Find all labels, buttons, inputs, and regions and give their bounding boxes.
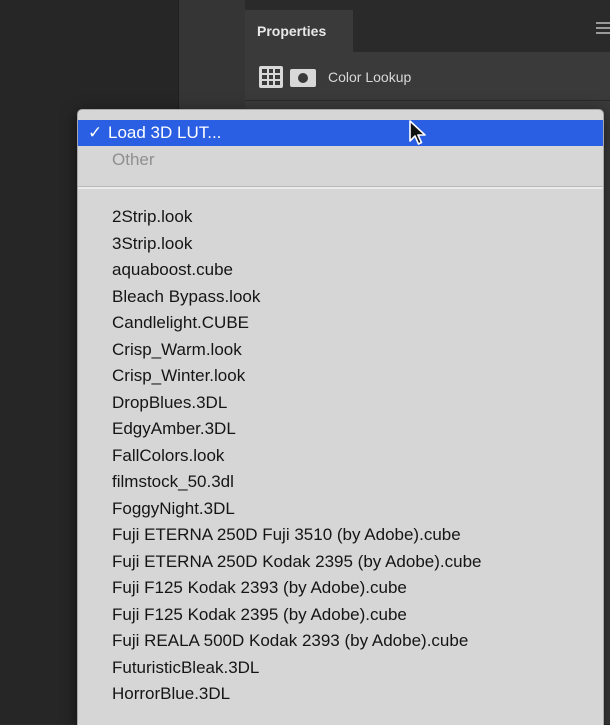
panel-divider bbox=[245, 100, 610, 101]
menu-item-lut-file[interactable]: Bleach Bypass.look bbox=[78, 284, 603, 310]
panel-header: Color Lookup bbox=[245, 52, 610, 100]
menu-item-lut-file[interactable]: Fuji ETERNA 250D Kodak 2395 (by Adobe).c… bbox=[78, 549, 603, 575]
menu-item-lut-file[interactable]: DropBlues.3DL bbox=[78, 390, 603, 416]
mask-icon[interactable] bbox=[290, 69, 316, 87]
menu-item-lut-file[interactable]: Fuji REALA 500D Kodak 2393 (by Adobe).cu… bbox=[78, 628, 603, 654]
tab-properties[interactable]: Properties bbox=[245, 10, 353, 52]
menu-item-other: Other bbox=[112, 150, 155, 169]
menu-item-lut-file[interactable]: Fuji F125 Kodak 2393 (by Adobe).cube bbox=[78, 575, 603, 601]
menu-item-lut-file[interactable]: Candlelight.CUBE bbox=[78, 310, 603, 336]
menu-item-lut-file[interactable]: EdgyAmber.3DL bbox=[78, 416, 603, 442]
menu-item-lut-file[interactable]: filmstock_50.3dl bbox=[78, 469, 603, 495]
menu-item-lut-file[interactable]: FuturisticBleak.3DL bbox=[78, 655, 603, 681]
panel-menu-icon[interactable] bbox=[596, 22, 610, 34]
menu-item-lut-file[interactable]: FallColors.look bbox=[78, 443, 603, 469]
menu-item-lut-file[interactable]: HorrorBlue.3DL bbox=[78, 681, 603, 707]
menu-item-lut-file[interactable]: aquaboost.cube bbox=[78, 257, 603, 283]
checkmark-icon: ✓ bbox=[88, 123, 103, 142]
menu-item-lut-file[interactable]: Fuji F125 Kodak 2395 (by Adobe).cube bbox=[78, 602, 603, 628]
menu-item-lut-file[interactable]: FoggyNight.3DL bbox=[78, 496, 603, 522]
menu-item-lut-file[interactable]: Crisp_Winter.look bbox=[78, 363, 603, 389]
menu-item-lut-file[interactable]: 2Strip.look bbox=[78, 204, 603, 230]
grid-icon[interactable] bbox=[259, 66, 283, 88]
panel-tab-bar: Properties bbox=[245, 0, 610, 52]
menu-separator bbox=[78, 186, 603, 189]
menu-item-lut-file[interactable]: 3Strip.look bbox=[78, 231, 603, 257]
menu-item-lut-file[interactable]: Fuji ETERNA 250D Fuji 3510 (by Adobe).cu… bbox=[78, 522, 603, 548]
lut-dropdown-menu: ✓ Load 3D LUT... Other 2Strip.look 3Strip.… bbox=[77, 109, 604, 725]
panel-title: Color Lookup bbox=[328, 69, 412, 85]
menu-item-load-3d-lut[interactable]: ✓ Load 3D LUT... bbox=[78, 120, 603, 146]
arrow-cursor-icon bbox=[409, 120, 426, 145]
menu-item-label: Load 3D LUT... bbox=[108, 123, 222, 142]
menu-item-lut-file[interactable]: Crisp_Warm.look bbox=[78, 337, 603, 363]
